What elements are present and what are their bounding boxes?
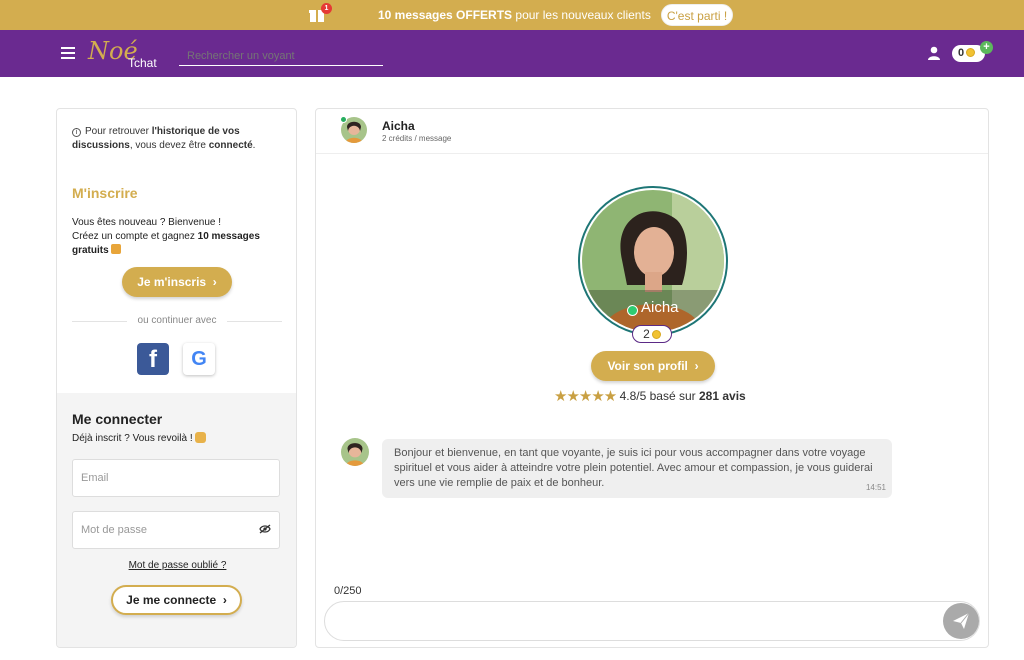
promo-bar: 1 10 messages OFFERTS pour les nouveaux … [0, 0, 1024, 30]
register-button[interactable]: Je m'inscris › [122, 267, 232, 297]
price-badge: 2 [632, 325, 672, 343]
welcome-text: Vous êtes nouveau ? Bienvenue ! Créez un… [72, 216, 282, 258]
login-title: Me connecter [72, 411, 163, 427]
google-login-button[interactable]: G [183, 343, 215, 375]
view-profile-label: Voir son profil [607, 359, 688, 373]
promo-text-rest: pour les nouveaux clients [512, 8, 651, 22]
message-avatar [341, 438, 369, 466]
login-subtitle: Déjà inscrit ? Vous revoilà ! [72, 432, 207, 444]
rating-text: 4.8/5 basé sur [619, 389, 699, 403]
chat-header: Aicha 2 crédits / message [316, 109, 988, 154]
rating-count: 281 avis [698, 389, 746, 403]
menu-icon[interactable] [61, 47, 75, 59]
message-text: Bonjour et bienvenue, en tant que voyant… [394, 447, 873, 489]
notification-badge: 1 [321, 3, 332, 14]
login-button-label: Je me connecte [126, 593, 217, 607]
star-rating-icon: ★★★★★ [554, 388, 617, 405]
price-value: 2 [643, 327, 650, 341]
facebook-icon: f [149, 346, 157, 373]
message-time: 14:51 [865, 483, 886, 492]
password-field[interactable]: Mot de passe [72, 511, 280, 549]
advisor-rate: 2 crédits / message [382, 134, 452, 143]
register-button-label: Je m'inscris [137, 275, 207, 289]
view-profile-button[interactable]: Voir son profil › [591, 351, 715, 381]
google-icon: G [191, 348, 207, 370]
chevron-right-icon: › [212, 275, 217, 289]
login-subtitle-text: Déjà inscrit ? Vous revoilà ! [72, 433, 193, 444]
login-section: Me connecter Déjà inscrit ? Vous revoilà… [57, 393, 296, 647]
message-bubble: Bonjour et bienvenue, en tant que voyant… [382, 439, 892, 498]
chat-panel: Aicha 2 crédits / message Aicha 2 Voir s… [315, 108, 989, 648]
search-input[interactable] [179, 46, 383, 66]
welcome-line2: Créez un compte et gagnez 10 messages gr… [72, 230, 282, 258]
social-divider: ou continuer avec [72, 315, 282, 327]
logo-word[interactable]: Tchat [128, 56, 157, 70]
login-button[interactable]: Je me connecte › [111, 585, 242, 615]
send-button[interactable] [943, 603, 979, 639]
welcome-line1: Vous êtes nouveau ? Bienvenue ! [72, 217, 222, 228]
credits-value: 0 [958, 47, 965, 59]
forgot-password-link[interactable]: Mot de passe oublié ? [57, 560, 296, 571]
welcome-line2-pre: Créez un compte et gagnez [72, 231, 198, 242]
info-text: Pour retrouver [85, 126, 152, 137]
coin-icon [651, 330, 661, 339]
info-icon: i [72, 128, 81, 137]
online-indicator [340, 116, 347, 123]
gift-icon [111, 244, 122, 254]
facebook-login-button[interactable]: f [137, 343, 169, 375]
promo-text-bold: 10 messages OFFERTS [378, 8, 513, 22]
eye-slash-icon[interactable] [259, 524, 271, 534]
info-text-bold2: connecté [208, 140, 253, 151]
wave-icon [195, 432, 207, 443]
send-icon [953, 612, 970, 629]
auth-panel: i Pour retrouver l'historique de vos disc… [56, 108, 297, 648]
info-text-mid: , vous devez être [129, 140, 209, 151]
info-text-end: . [252, 140, 256, 151]
password-placeholder: Mot de passe [81, 524, 148, 536]
rating: ★★★★★ 4.8/5 basé sur 281 avis [554, 387, 746, 405]
chevron-right-icon: › [694, 359, 699, 373]
message-input[interactable] [324, 601, 980, 641]
add-credits-button[interactable]: + [980, 41, 993, 54]
advisor-name[interactable]: Aicha [382, 119, 415, 133]
photo-caption-name: Aicha [641, 299, 679, 316]
online-indicator [627, 305, 638, 316]
char-counter: 0/250 [334, 585, 362, 597]
chevron-right-icon: › [222, 593, 227, 607]
email-field[interactable]: Email [72, 459, 280, 497]
history-info: i Pour retrouver l'historique de vos disc… [72, 125, 272, 153]
promo-text: 10 messages OFFERTS pour les nouveaux cl… [378, 8, 651, 22]
user-icon[interactable] [927, 46, 941, 60]
register-title: M'inscrire [72, 185, 138, 201]
coin-icon [966, 48, 976, 57]
promo-cta-button[interactable]: C'est parti ! [661, 4, 733, 26]
